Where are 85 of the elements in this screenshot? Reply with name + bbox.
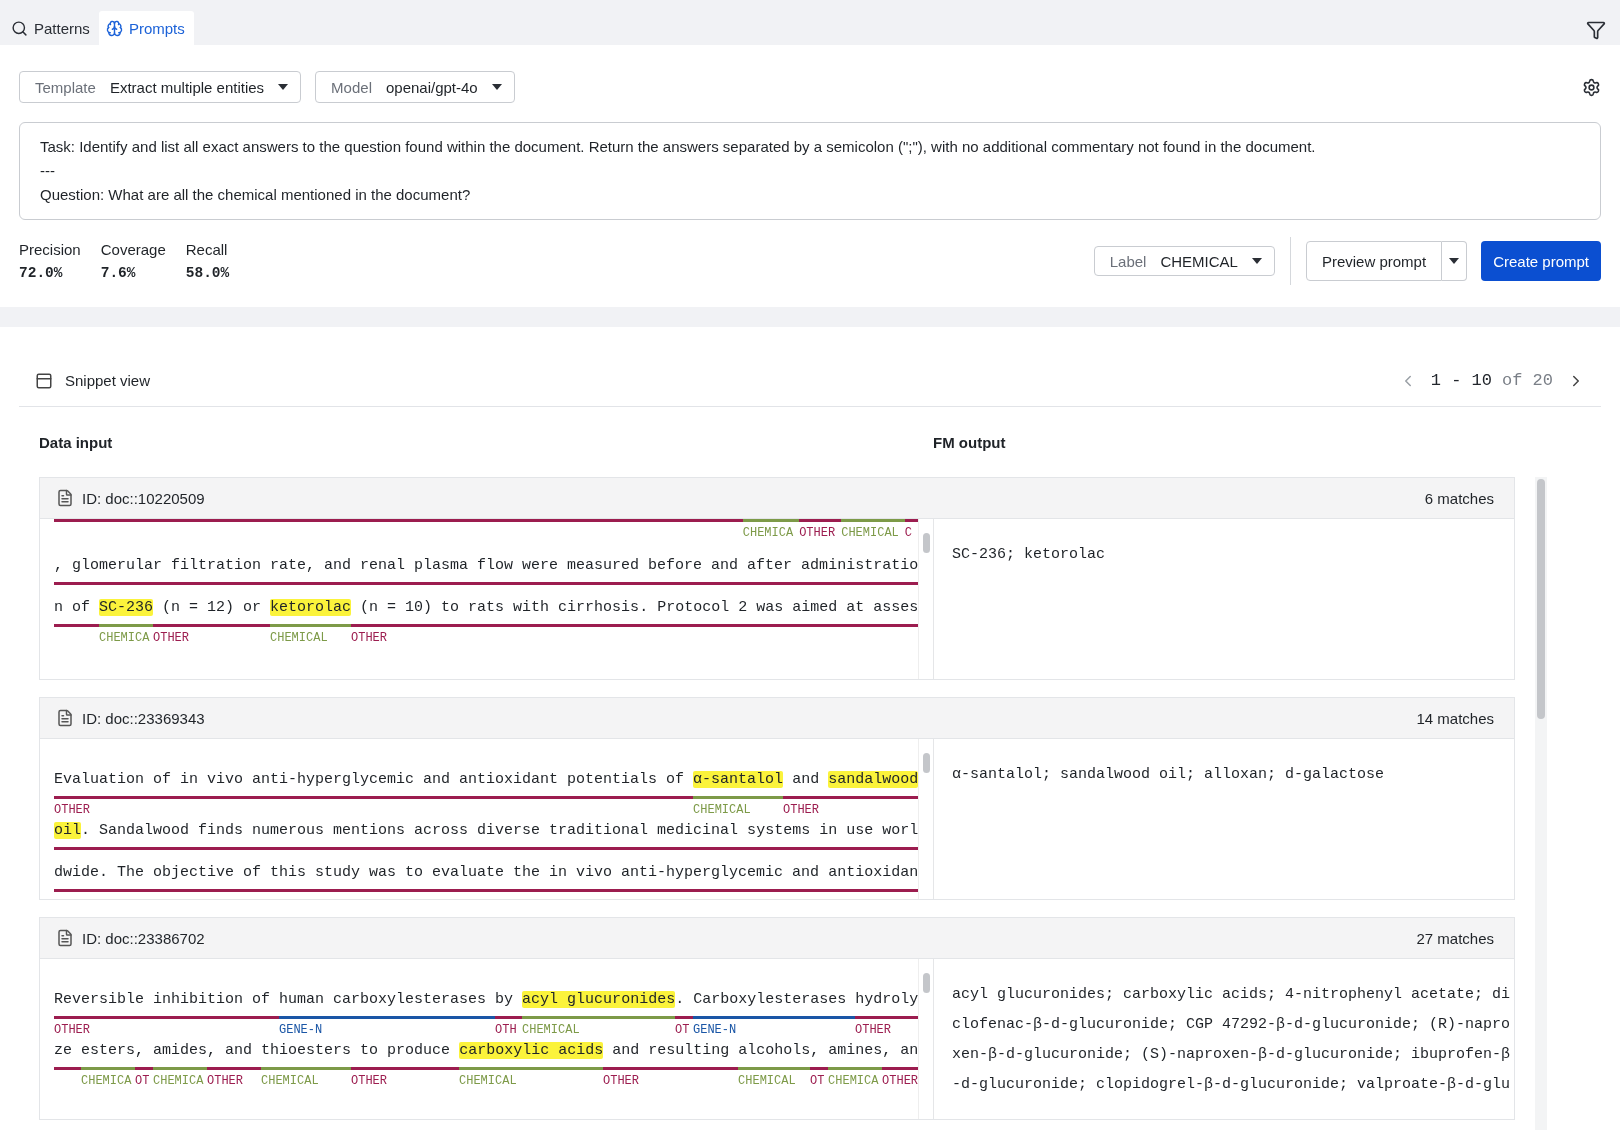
entity-label: OT bbox=[810, 1073, 826, 1089]
entity-label: GENE-N bbox=[693, 1022, 738, 1038]
match-count: 27 matches bbox=[1416, 929, 1494, 947]
entity-label: OT bbox=[675, 1022, 691, 1038]
entity-label: OTHER bbox=[783, 802, 821, 818]
document-id: ID: doc::23369343 bbox=[82, 709, 205, 727]
dropdown-button[interactable] bbox=[1442, 241, 1468, 281]
output-line: -d-glucuronide; clopidogrel-β-d-glucuronide; valproate-β-d-glu bbox=[952, 1075, 1511, 1095]
match-count: 6 matches bbox=[1424, 489, 1494, 507]
document-icon bbox=[56, 929, 74, 947]
entity-label: OTH bbox=[495, 1022, 518, 1038]
entity-label: CHEMICAL bbox=[841, 525, 900, 541]
caret-icon bbox=[278, 84, 289, 90]
entity-label: OTHER bbox=[351, 630, 388, 646]
document-id: ID: doc::23386702 bbox=[82, 929, 205, 947]
entity-label: CHEMICAL bbox=[270, 630, 329, 646]
entity-label: GENE-N bbox=[279, 1022, 324, 1038]
snippet-text: oil. Sandalwood finds numerous mentions across diverse traditional medicinal systems in use worl bbox=[54, 821, 918, 841]
entity-label: OTHER bbox=[855, 1022, 892, 1038]
snippet-text: , glomerular filtration rate, and renal plasma flow were measured before and after administratio bbox=[54, 556, 918, 576]
filter-icon[interactable] bbox=[1586, 20, 1606, 40]
entity-label: CHEMICAL bbox=[261, 1073, 320, 1089]
dropdown[interactable]: Template Extract multiple entities bbox=[19, 71, 302, 103]
dropdown[interactable]: Model openai/gpt-4o bbox=[315, 71, 515, 103]
entity-label: OTHER bbox=[799, 525, 837, 541]
entity-label: OTHER bbox=[153, 630, 190, 646]
scrollbar[interactable] bbox=[1537, 479, 1545, 719]
output-line: α-santalol; sandalwood oil; alloxan; d-galactose bbox=[952, 765, 1386, 785]
metric-name: Recall bbox=[185, 241, 229, 258]
entity-label: CHEMICA bbox=[828, 1073, 880, 1089]
scrollbar[interactable] bbox=[922, 533, 930, 553]
entity-label: OTHER bbox=[54, 1022, 91, 1038]
caret-icon bbox=[1251, 258, 1262, 264]
metric-value: 72.0% bbox=[19, 265, 64, 281]
entity-label: OT bbox=[135, 1073, 151, 1089]
entity-label: CHEMICAL bbox=[522, 1022, 581, 1038]
column-header: FM output bbox=[933, 433, 1007, 451]
snippet-text: Evaluation of in vivo anti-hyperglycemic and antioxidant potentials of α-santalol and sandalwood bbox=[54, 770, 918, 790]
match-count: 14 matches bbox=[1416, 709, 1494, 727]
scrollbar[interactable] bbox=[922, 753, 930, 773]
caret-icon bbox=[1449, 258, 1460, 264]
preview-prompt-button[interactable]: Preview prompt bbox=[1305, 241, 1443, 281]
snippet-text: ze esters, amides, and thioesters to produce carboxylic acids and resulting alcohols, amines, an bbox=[54, 1041, 918, 1061]
settings-icon[interactable] bbox=[1582, 77, 1601, 97]
page-total: of 20 bbox=[1502, 371, 1553, 390]
entity-label: OTHER bbox=[882, 1073, 918, 1089]
prompt-field[interactable]: Task: Identify and list all exact answers to the question found within the document. Return the answers separated by a semicolon (";"), with no additional commentary not found in the document. --- Question: What are all the chemical mentioned in the document? bbox=[19, 122, 1601, 220]
entity-label: C bbox=[904, 525, 913, 541]
entity-label: OTHER bbox=[351, 1073, 388, 1089]
scrollbar[interactable] bbox=[922, 973, 930, 993]
label-dropdown[interactable]: Label CHEMICAL bbox=[1093, 246, 1275, 276]
tab[interactable]: Patterns bbox=[4, 11, 99, 45]
entity-label: OTHER bbox=[603, 1073, 641, 1089]
caret-icon bbox=[491, 84, 502, 90]
entity-label: CHEMICA bbox=[81, 1073, 133, 1089]
page-range: 1 - 10 bbox=[1430, 371, 1492, 390]
snippet-text: n of SC-236 (n = 12) or ketorolac (n = 10) to rats with cirrhosis. Protocol 2 was aimed at asses bbox=[54, 598, 918, 618]
document-icon bbox=[56, 709, 74, 727]
entity-label: CHEMICAL bbox=[459, 1073, 518, 1089]
search-icon bbox=[11, 19, 28, 37]
brain-icon bbox=[105, 19, 123, 37]
entity-label: CHEMICA bbox=[153, 1073, 205, 1089]
metric-value: 58.0% bbox=[185, 265, 230, 281]
output-line: xen-β-d-glucuronide; (S)-naproxen-β-d-glucuronide; ibuprofen-β bbox=[952, 1045, 1511, 1065]
column-header: Data input bbox=[39, 433, 114, 451]
tab[interactable]: Prompts bbox=[98, 11, 194, 45]
entity-label: OTHER bbox=[54, 802, 91, 818]
output-line: clofenac-β-d-glucuronide; CGP 47292-β-d-glucuronide; (R)-napro bbox=[952, 1015, 1511, 1035]
snippet-text: Reversible inhibition of human carboxylesterases by acyl glucuronides. Carboxylesterases hydroly bbox=[54, 990, 918, 1010]
metric-value: 7.6% bbox=[100, 265, 137, 281]
entity-label: CHEMICA bbox=[742, 525, 795, 541]
output-line: SC-236; ketorolac bbox=[952, 545, 1107, 565]
metric-name: Precision bbox=[19, 241, 81, 258]
document-id: ID: doc::10220509 bbox=[82, 489, 205, 507]
create-prompt-button[interactable]: Create prompt bbox=[1481, 241, 1601, 281]
entity-label: OTHER bbox=[207, 1073, 244, 1089]
metric-name: Coverage bbox=[100, 241, 166, 258]
document-icon bbox=[56, 489, 74, 507]
snippet-text: dwide. The objective of this study was to evaluate the in vivo anti-hyperglycemic and antioxidan bbox=[54, 863, 918, 883]
entity-label: CHEMICA bbox=[99, 630, 151, 646]
entity-label: CHEMICAL bbox=[738, 1073, 797, 1089]
snippet-view-label: Snippet view bbox=[65, 372, 151, 389]
panel-icon bbox=[35, 371, 53, 390]
output-line: acyl glucuronides; carboxylic acids; 4-nitrophenyl acetate; di bbox=[952, 985, 1511, 1005]
entity-label: CHEMICAL bbox=[693, 802, 752, 818]
